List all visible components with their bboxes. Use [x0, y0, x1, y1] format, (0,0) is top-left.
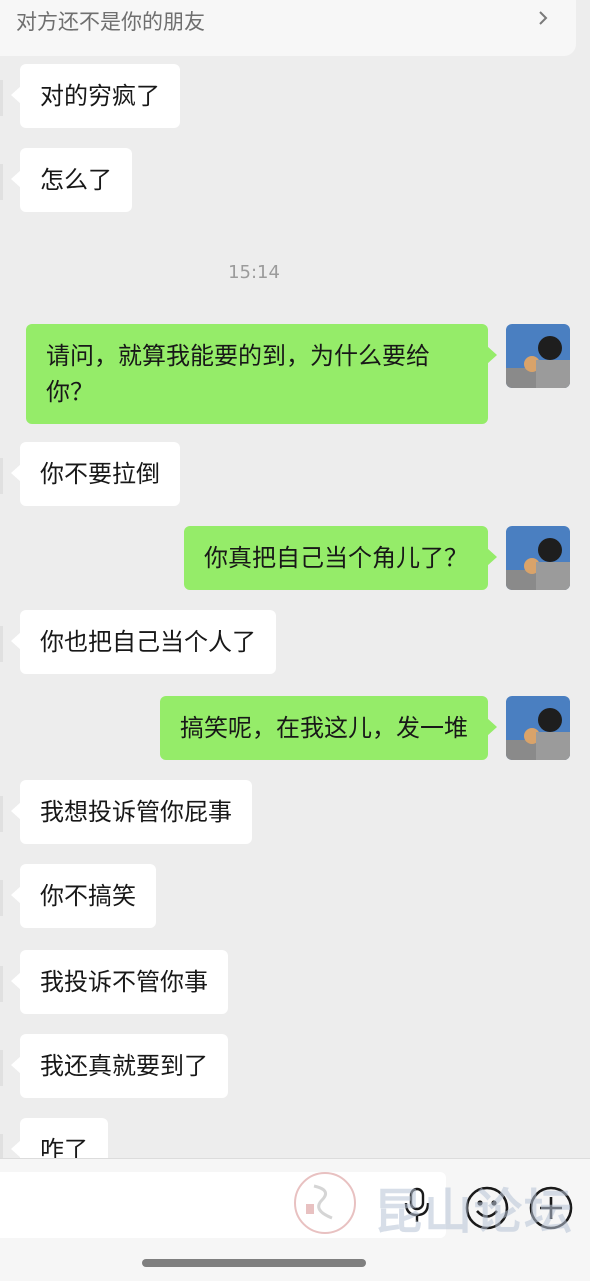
message-incoming[interactable]: 你也把自己当个人了 [11, 610, 276, 674]
home-indicator[interactable] [142, 1259, 366, 1267]
avatar-edge [0, 458, 3, 494]
avatar-edge [0, 626, 3, 662]
watermark-seal-icon [294, 1172, 356, 1234]
message-outgoing[interactable]: 请问，就算我能要的到，为什么要给你？ [26, 324, 497, 424]
avatar-edge [0, 164, 3, 200]
avatar[interactable] [506, 696, 570, 760]
avatar-edge [0, 80, 3, 116]
message-incoming[interactable]: 我投诉不管你事 [11, 950, 228, 1014]
stranger-notice-bar[interactable]: 对方还不是你的朋友 [0, 0, 576, 56]
message-timestamp: 15:14 [228, 262, 280, 283]
message-incoming[interactable]: 你不搞笑 [11, 864, 156, 928]
avatar[interactable] [506, 324, 570, 388]
message-incoming[interactable]: 我还真就要到了 [11, 1034, 228, 1098]
avatar-photo [506, 696, 570, 760]
message-incoming[interactable]: 怎么了 [11, 148, 132, 212]
chevron-right-icon [539, 11, 548, 25]
message-incoming[interactable]: 对的穷疯了 [11, 64, 180, 128]
message-incoming[interactable]: 我想投诉管你屁事 [11, 780, 252, 844]
message-incoming[interactable]: 你不要拉倒 [11, 442, 180, 506]
stranger-notice-text: 对方还不是你的朋友 [16, 10, 205, 34]
avatar-edge [0, 796, 3, 832]
message-outgoing[interactable]: 你真把自己当个角儿了？ [184, 526, 497, 590]
watermark: 昆山论坛 [374, 1184, 575, 1240]
avatar-photo [506, 324, 570, 388]
avatar-edge [0, 880, 3, 916]
avatar-edge [0, 966, 3, 1002]
avatar-edge [0, 1050, 3, 1086]
message-outgoing[interactable]: 搞笑呢，在我这儿，发一堆 [160, 696, 497, 760]
avatar-photo [506, 526, 570, 590]
avatar[interactable] [506, 526, 570, 590]
